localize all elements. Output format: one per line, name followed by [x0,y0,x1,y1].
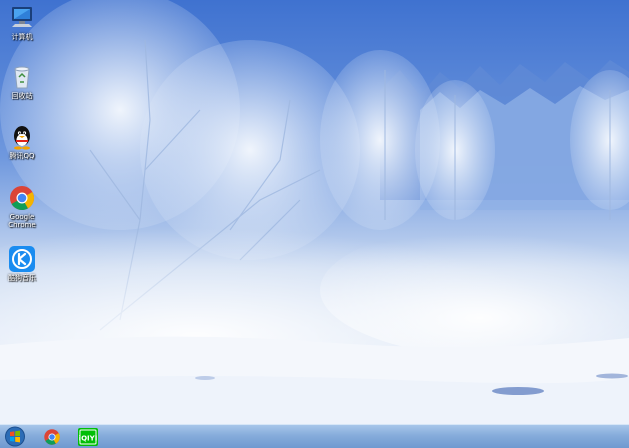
desktop-icon-recycle-bin[interactable]: 回收站 [3,63,41,100]
chrome-icon [44,428,60,445]
taskbar-iqiyi-button[interactable]: iQIYI [73,426,103,447]
iqiyi-icon: iQIYI [78,427,98,446]
desktop-icon-kugou[interactable]: 酷狗音乐 [3,245,41,282]
recycle-bin-icon [14,66,30,89]
desktop[interactable]: 计算机 回收站 腾讯QQ Google Chrome 酷狗音乐 iQIYI [0,0,629,448]
kugou-icon [9,246,35,272]
desktop-icon-chrome[interactable]: Google Chrome [3,184,41,229]
desktop-icon-label: 回收站 [11,92,33,100]
qq-penguin-icon [14,126,30,150]
windows-start-orb-icon [5,426,25,447]
desktop-icon-label: 计算机 [11,33,33,41]
taskbar-chrome-button[interactable] [37,426,67,447]
desktop-icon-qq[interactable]: 腾讯QQ [3,123,41,160]
iqiyi-icon-text: iQIYI [79,434,98,442]
desktop-icon-label: 酷狗音乐 [8,274,36,282]
computer-icon [12,7,32,27]
start-button[interactable] [2,425,28,448]
wallpaper-winter-forest [0,0,629,448]
taskbar: iQIYI [0,424,629,448]
desktop-icon-computer[interactable]: 计算机 [3,4,41,41]
chrome-icon [10,186,35,211]
desktop-icon-label: Google Chrome [8,213,36,229]
desktop-icon-label: 腾讯QQ [9,152,35,160]
